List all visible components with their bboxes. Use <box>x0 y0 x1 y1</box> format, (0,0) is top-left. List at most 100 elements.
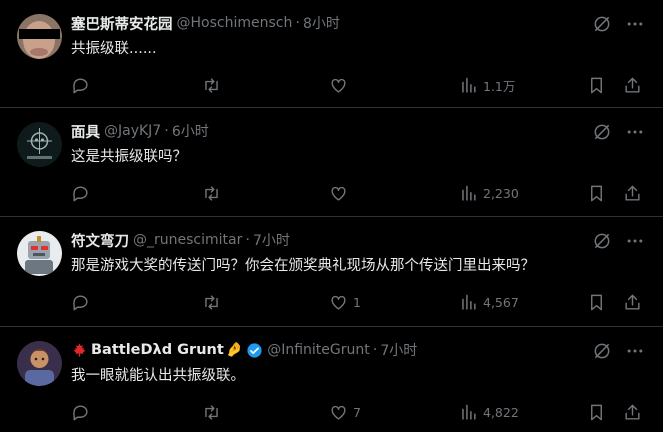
display-name[interactable]: BattleDλd Grunt <box>91 342 224 358</box>
like-count: 7 <box>353 404 361 420</box>
grok-icon[interactable] <box>592 341 612 361</box>
tweet-actions: 2,230 <box>71 183 647 203</box>
share-button[interactable] <box>623 292 642 312</box>
reply-icon <box>73 294 88 310</box>
tweet-text: 我一眼就能认出共振级联。 <box>71 368 245 384</box>
grok-icon[interactable] <box>592 14 612 34</box>
retweet-button[interactable] <box>202 402 226 422</box>
view-count: 2,230 <box>483 185 519 201</box>
avatar[interactable] <box>17 122 62 167</box>
tweet[interactable]: 塞巴斯蒂安花园 @Hoschimensch · 8小时 共振级联...... 1… <box>0 0 663 108</box>
verified-badge-icon[interactable] <box>246 342 263 359</box>
timestamp[interactable]: 8小时 <box>303 13 340 33</box>
user-handle[interactable]: @Hoschimensch <box>177 15 293 31</box>
reply-icon <box>73 404 88 420</box>
user-handle[interactable]: @_runescimitar <box>133 232 242 248</box>
retweet-button[interactable] <box>202 183 226 203</box>
retweet-button[interactable] <box>202 292 226 312</box>
user-handle[interactable]: @InfiniteGrunt <box>267 342 370 358</box>
more-options-icon[interactable] <box>625 122 645 142</box>
display-name[interactable]: 面具 <box>71 121 100 142</box>
timestamp[interactable]: 7小时 <box>253 230 290 250</box>
like-button[interactable]: 7 <box>329 402 361 422</box>
tweet[interactable]: 符文弯刀 @_runescimitar · 7小时 那是游戏大奖的传送门吗？你会… <box>0 217 663 327</box>
analytics-icon <box>462 404 476 420</box>
separator: · <box>295 15 300 31</box>
reply-feed: 塞巴斯蒂安花园 @Hoschimensch · 8小时 共振级联...... 1… <box>0 0 663 432</box>
face-censored-avatar <box>17 14 62 59</box>
reply-button[interactable] <box>71 75 95 95</box>
share-icon <box>625 294 640 310</box>
skull-emblem-avatar <box>17 122 62 167</box>
timestamp[interactable]: 7小时 <box>380 340 417 360</box>
robot-avatar <box>17 231 62 276</box>
grok-icon[interactable] <box>592 122 612 142</box>
separator: · <box>372 342 378 358</box>
tweet-text: 那是游戏大奖的传送门吗？你会在颁奖典礼现场从那个传送门里出来吗？ <box>71 258 535 274</box>
reply-icon <box>73 185 88 201</box>
view-count: 1.1万 <box>483 78 516 94</box>
avatar[interactable] <box>17 14 62 59</box>
share-button[interactable] <box>623 75 642 95</box>
timestamp[interactable]: 6小时 <box>172 121 209 141</box>
character-avatar <box>17 341 62 386</box>
like-count: 1 <box>353 294 361 310</box>
analytics-icon <box>462 294 476 310</box>
view-count: 4,567 <box>483 294 519 310</box>
tweet[interactable]: BattleDλd Grunt 🤌 @InfiniteGrunt · 7小时 我… <box>0 327 663 432</box>
more-options-icon[interactable] <box>625 14 645 34</box>
bookmark-button[interactable] <box>587 292 606 312</box>
more-options-icon[interactable] <box>625 341 645 361</box>
view-count: 4,822 <box>483 404 519 420</box>
tweet-text: 共振级联...... <box>71 41 157 57</box>
reply-icon <box>73 77 88 93</box>
share-icon <box>625 185 640 201</box>
tweet-text: 这是共振级联吗？ <box>71 149 187 165</box>
maple-leaf-icon <box>73 343 86 357</box>
pinched-fingers-emoji: 🤌 <box>225 342 244 358</box>
share-button[interactable] <box>623 402 642 422</box>
bookmark-button[interactable] <box>587 183 606 203</box>
bookmark-icon <box>591 185 602 201</box>
analytics-icon <box>462 77 476 93</box>
tweet-actions: 7 4,822 <box>71 402 647 422</box>
reply-button[interactable] <box>71 292 95 312</box>
analytics-icon <box>462 185 476 201</box>
reply-button[interactable] <box>71 402 95 422</box>
share-icon <box>625 77 640 93</box>
bookmark-button[interactable] <box>587 75 606 95</box>
views-button[interactable]: 4,567 <box>459 292 519 312</box>
bookmark-icon <box>591 294 602 310</box>
display-name[interactable]: 符文弯刀 <box>71 230 129 251</box>
tweet[interactable]: 面具 @JayKJ7 · 6小时 这是共振级联吗？ 2,230 <box>0 108 663 217</box>
bookmark-icon <box>591 77 602 93</box>
avatar[interactable] <box>17 231 62 276</box>
views-button[interactable]: 1.1万 <box>459 75 515 95</box>
heart-icon <box>331 78 346 93</box>
user-handle[interactable]: @JayKJ7 <box>104 123 161 139</box>
retweet-icon <box>205 185 218 201</box>
bookmark-icon <box>591 404 602 420</box>
separator: · <box>164 123 169 139</box>
reply-button[interactable] <box>71 183 95 203</box>
tweet-actions: 1.1万 <box>71 75 647 95</box>
separator: · <box>245 232 250 248</box>
more-options-icon[interactable] <box>625 231 645 251</box>
heart-icon <box>331 295 346 310</box>
display-name[interactable]: 塞巴斯蒂安花园 <box>71 13 173 34</box>
like-button[interactable] <box>329 183 353 203</box>
retweet-icon <box>205 294 218 310</box>
retweet-icon <box>205 77 218 93</box>
retweet-button[interactable] <box>202 75 226 95</box>
views-button[interactable]: 2,230 <box>459 183 519 203</box>
views-button[interactable]: 4,822 <box>459 402 519 422</box>
avatar[interactable] <box>17 341 62 386</box>
share-icon <box>625 404 640 420</box>
heart-icon <box>331 405 346 420</box>
share-button[interactable] <box>623 183 642 203</box>
like-button[interactable] <box>329 75 353 95</box>
like-button[interactable]: 1 <box>329 292 361 312</box>
bookmark-button[interactable] <box>587 402 606 422</box>
retweet-icon <box>205 404 218 420</box>
grok-icon[interactable] <box>592 231 612 251</box>
